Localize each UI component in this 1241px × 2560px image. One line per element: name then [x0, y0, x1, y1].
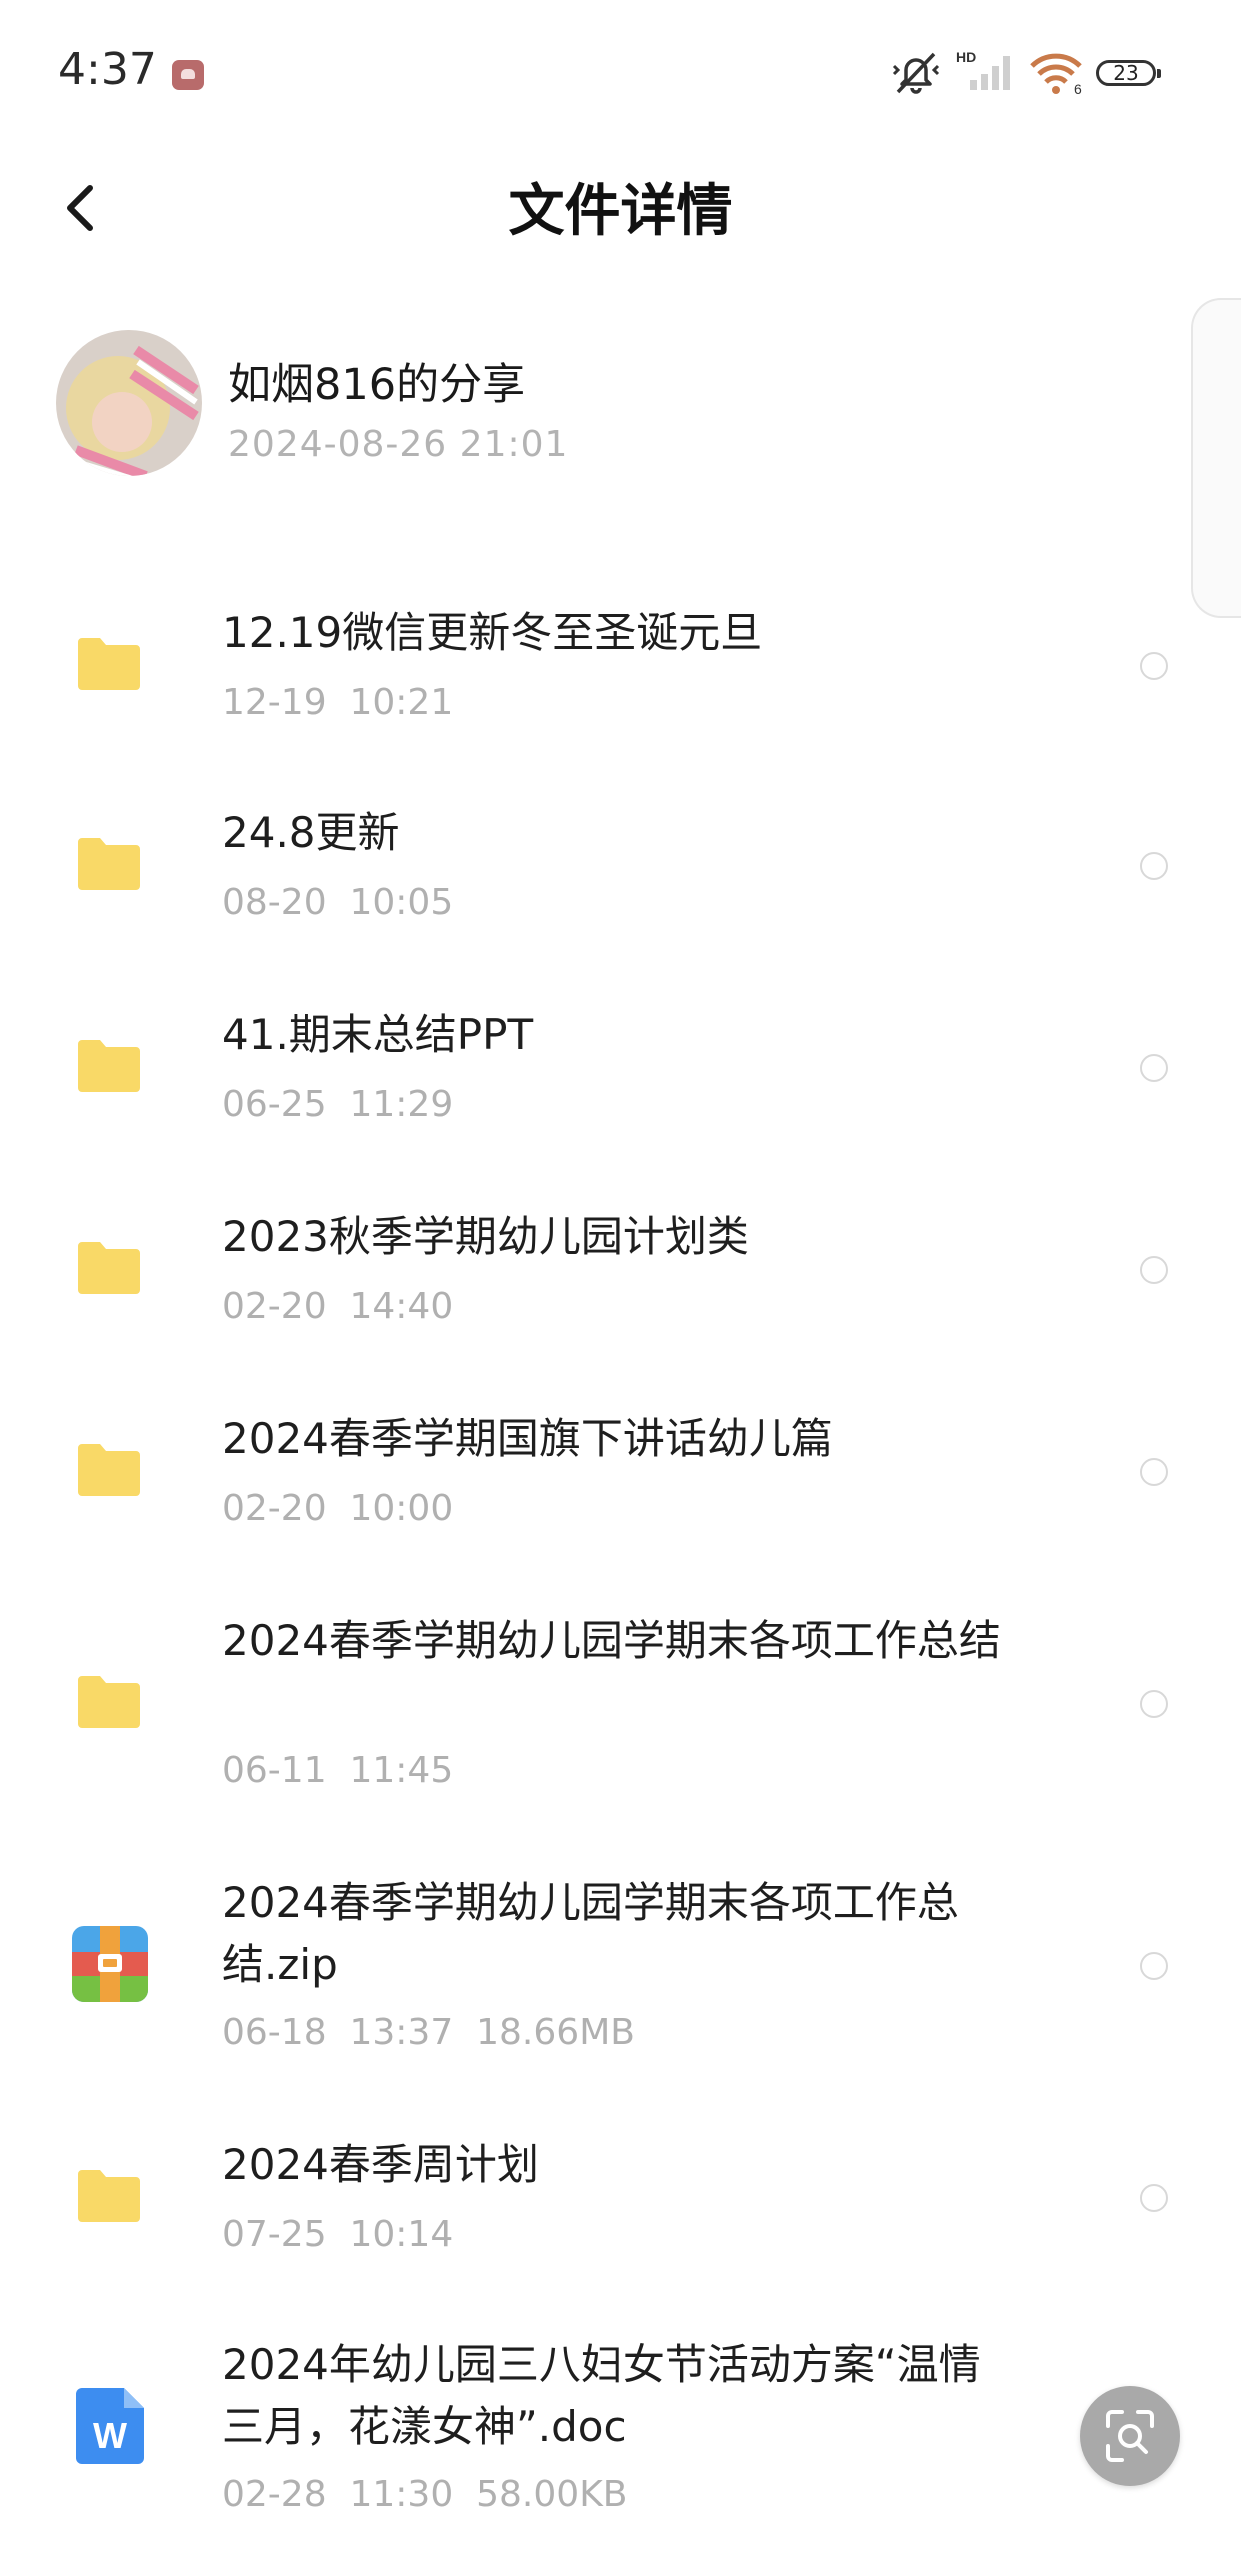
- file-name: 2024春季周计划: [222, 2140, 539, 2189]
- select-radio[interactable]: [1140, 1952, 1168, 1980]
- file-name: 12.19微信更新冬至圣诞元旦: [222, 608, 763, 657]
- folder-icon: [78, 1040, 140, 1092]
- file-meta: 07-25 10:14: [222, 2214, 454, 2255]
- file-meta: 06-25 11:29: [222, 1084, 454, 1125]
- header: 文件详情: [0, 140, 1241, 270]
- select-radio[interactable]: [1140, 1256, 1168, 1284]
- cellular-signal-icon: HD: [956, 49, 1010, 90]
- page-title: 文件详情: [508, 179, 733, 244]
- battery-icon: 23: [1096, 60, 1161, 86]
- list-item[interactable]: W 2024年幼儿园三八妇女节活动方案“温情三月，花漾女神”.doc 02-28…: [0, 2312, 1241, 2560]
- folder-icon: [78, 838, 140, 890]
- folder-icon: [78, 638, 140, 690]
- sharer-name: 如烟816的分享: [228, 360, 526, 410]
- file-name: 2024春季学期幼儿园学期末各项工作总结.zip: [222, 1878, 959, 1989]
- select-radio[interactable]: [1140, 1690, 1168, 1718]
- list-item[interactable]: 2023秋季学期幼儿园计划类 02-20 14:40: [0, 1184, 1241, 1384]
- file-name: 41.期末总结PPT: [222, 1010, 534, 1059]
- zip-archive-icon: [72, 1926, 148, 2002]
- vibrate-mute-icon: [892, 52, 940, 94]
- svg-text:W: W: [93, 2415, 127, 2456]
- status-bar: 4:37 HD 6 23: [0, 0, 1241, 140]
- folder-icon: [78, 1676, 140, 1728]
- select-radio[interactable]: [1140, 1458, 1168, 1486]
- select-radio[interactable]: [1140, 852, 1168, 880]
- sharer-info: 如烟816的分享 2024-08-26 21:01: [0, 320, 1241, 490]
- svg-text:6: 6: [1074, 81, 1082, 96]
- file-name: 2024年幼儿园三八妇女节活动方案“温情三月，花漾女神”.doc: [222, 2340, 981, 2451]
- list-item[interactable]: 41.期末总结PPT 06-25 11:29: [0, 982, 1241, 1182]
- list-item[interactable]: 2024春季学期国旗下讲话幼儿篇 02-20 10:00: [0, 1386, 1241, 1586]
- file-meta: 06-11 11:45: [222, 1750, 454, 1791]
- file-name: 2024春季学期幼儿园学期末各项工作总结: [222, 1616, 1001, 1665]
- cloud-app-icon: [172, 60, 204, 90]
- file-name: 2023秋季学期幼儿园计划类: [222, 1212, 749, 1261]
- folder-icon: [78, 1242, 140, 1294]
- file-meta: 08-20 10:05: [222, 882, 454, 923]
- list-item[interactable]: 2024春季周计划 07-25 10:14: [0, 2112, 1241, 2312]
- list-item[interactable]: 12.19微信更新冬至圣诞元旦 12-19 10:21: [0, 580, 1241, 780]
- share-time: 2024-08-26 21:01: [228, 424, 569, 465]
- select-radio[interactable]: [1140, 2184, 1168, 2212]
- select-radio[interactable]: [1140, 652, 1168, 680]
- folder-icon: [78, 2170, 140, 2222]
- avatar[interactable]: [56, 330, 202, 476]
- wifi-icon: 6: [1030, 53, 1082, 96]
- status-indicators: HD 6 23: [890, 48, 1190, 98]
- list-item[interactable]: 24.8更新 08-20 10:05: [0, 780, 1241, 980]
- scan-button[interactable]: [1080, 2386, 1180, 2486]
- file-meta: 12-19 10:21: [222, 682, 454, 723]
- folder-icon: [78, 1444, 140, 1496]
- file-meta: 06-18 13:37 18.66MB: [222, 2012, 635, 2053]
- scan-search-icon: [1106, 2410, 1154, 2462]
- status-time: 4:37: [58, 44, 157, 95]
- signal-label: HD: [956, 49, 976, 65]
- file-meta: 02-20 14:40: [222, 1286, 454, 1327]
- side-drawer-handle[interactable]: [1191, 298, 1241, 618]
- word-document-icon: W: [76, 2388, 144, 2464]
- file-meta: 02-20 10:00: [222, 1488, 454, 1529]
- file-meta: 02-28 11:30 58.00KB: [222, 2474, 628, 2515]
- file-name: 2024春季学期国旗下讲话幼儿篇: [222, 1414, 833, 1463]
- file-name: 24.8更新: [222, 808, 400, 857]
- list-item[interactable]: 2024春季学期幼儿园学期末各项工作总结.zip 06-18 13:37 18.…: [0, 1850, 1241, 2112]
- select-radio[interactable]: [1140, 1054, 1168, 1082]
- list-item[interactable]: 2024春季学期幼儿园学期末各项工作总结 06-11 11:45: [0, 1588, 1241, 1850]
